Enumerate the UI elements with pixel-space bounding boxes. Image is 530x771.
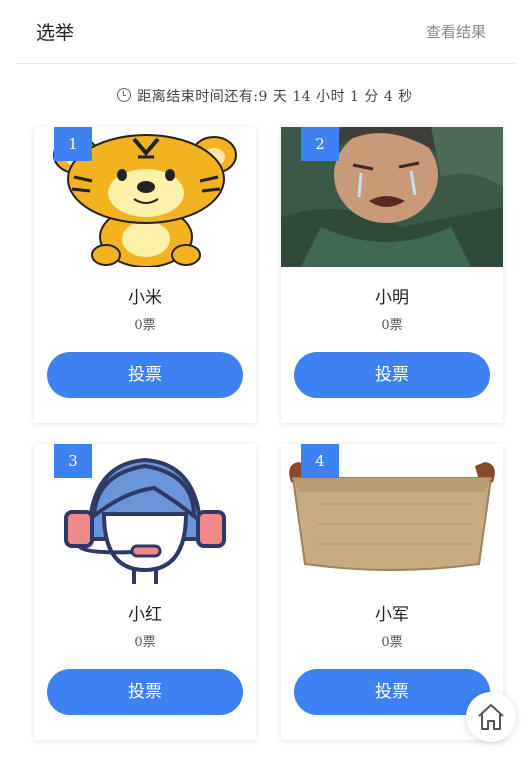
- candidate-name: 小军: [375, 605, 409, 625]
- candidate-name: 小明: [375, 288, 409, 308]
- candidate-number: 1: [54, 127, 92, 161]
- home-button[interactable]: [466, 692, 516, 742]
- candidate-name: 小米: [128, 288, 162, 308]
- candidate-number: 2: [301, 127, 339, 161]
- vote-button[interactable]: 投票: [47, 669, 243, 715]
- vote-count: 0票: [381, 318, 403, 333]
- candidate-card: 3 小红 0票 投票: [34, 444, 256, 740]
- header-divider: [16, 63, 516, 64]
- vote-button[interactable]: 投票: [47, 352, 243, 398]
- vote-button[interactable]: 投票: [294, 669, 490, 715]
- candidate-number: 3: [54, 444, 92, 478]
- view-results-link[interactable]: 查看结果: [426, 21, 486, 42]
- vote-count: 0票: [134, 635, 156, 650]
- clock-icon: [117, 88, 132, 102]
- home-icon: [478, 704, 504, 730]
- candidate-card: 1 小米 0票 投票: [34, 127, 256, 423]
- vote-count: 0票: [381, 635, 403, 650]
- vote-count: 0票: [134, 318, 156, 333]
- candidate-number: 4: [301, 444, 339, 478]
- countdown: 距离结束时间还有:9 天 14 小时 1 分 4 秒: [0, 86, 530, 106]
- candidate-card: 2 小明 0票 投票: [281, 127, 503, 423]
- countdown-text: 距离结束时间还有:9 天 14 小时 1 分 4 秒: [137, 89, 413, 105]
- page-title: 选举: [36, 22, 75, 44]
- candidate-name: 小红: [128, 605, 162, 625]
- top-bar: 选举 查看结果: [0, 0, 530, 62]
- vote-button[interactable]: 投票: [294, 352, 490, 398]
